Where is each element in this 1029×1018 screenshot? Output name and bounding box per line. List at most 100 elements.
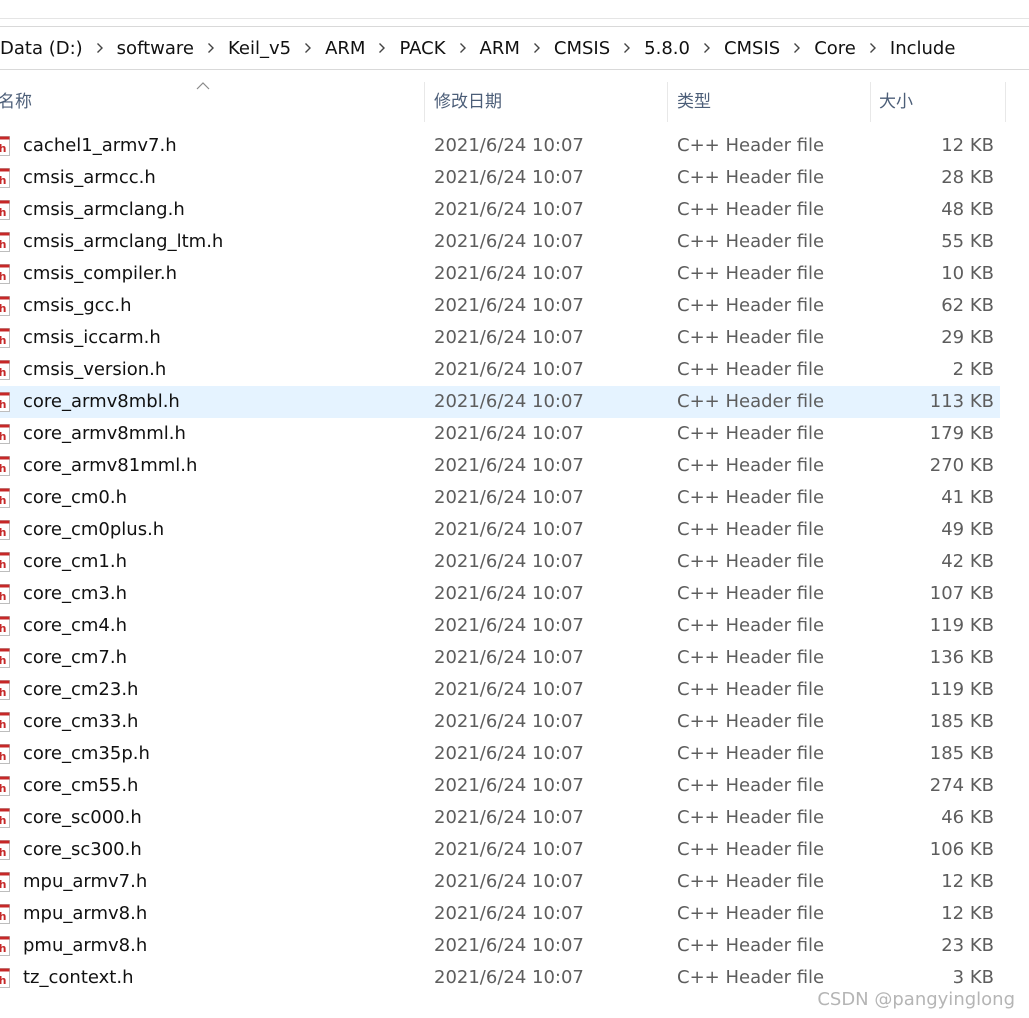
file-row[interactable]: h core_cm33.h 2021/6/24 10:07 C++ Header fi… bbox=[0, 706, 1000, 738]
file-row[interactable]: h cmsis_iccarm.h 2021/6/24 10:07 C++ Header… bbox=[0, 322, 1000, 354]
file-type: C++ Header file bbox=[677, 935, 825, 956]
breadcrumb-item[interactable]: Data (D:) bbox=[0, 38, 85, 59]
file-type: C++ Header file bbox=[677, 647, 825, 668]
file-row[interactable]: h core_cm7.h 2021/6/24 10:07 C++ Header fil… bbox=[0, 642, 1000, 674]
breadcrumb-item[interactable]: Include bbox=[888, 38, 958, 59]
column-divider[interactable] bbox=[870, 82, 871, 122]
file-name: cmsis_armclang.h bbox=[23, 199, 185, 220]
column-header-date[interactable]: 修改日期 bbox=[434, 82, 502, 122]
file-modified-date: 2021/6/24 10:07 bbox=[434, 775, 584, 796]
file-row[interactable]: h mpu_armv8.h 2021/6/24 10:07 C++ Header fi… bbox=[0, 898, 1000, 930]
file-type: C++ Header file bbox=[677, 199, 825, 220]
column-header-name[interactable]: 名称 bbox=[0, 82, 32, 122]
chevron-right-icon[interactable] bbox=[782, 41, 812, 56]
file-row[interactable]: h core_armv8mml.h 2021/6/24 10:07 C++ Heade… bbox=[0, 418, 1000, 450]
breadcrumb-item[interactable]: CMSIS bbox=[552, 38, 612, 59]
file-type: C++ Header file bbox=[677, 615, 825, 636]
file-modified-date: 2021/6/24 10:07 bbox=[434, 583, 584, 604]
chevron-right-icon[interactable] bbox=[692, 41, 722, 56]
file-size: 106 KB bbox=[929, 839, 994, 860]
file-row[interactable]: h core_sc300.h 2021/6/24 10:07 C++ Header f… bbox=[0, 834, 1000, 866]
svg-text:h: h bbox=[0, 846, 6, 859]
breadcrumb-item[interactable]: CMSIS bbox=[722, 38, 782, 59]
file-size: 12 KB bbox=[941, 871, 994, 892]
file-modified-date: 2021/6/24 10:07 bbox=[434, 551, 584, 572]
chevron-right-icon[interactable] bbox=[448, 41, 478, 56]
file-row[interactable]: h core_armv8mbl.h 2021/6/24 10:07 C++ Heade… bbox=[0, 386, 1000, 418]
breadcrumb-item[interactable]: ARM bbox=[478, 38, 522, 59]
file-row[interactable]: h cmsis_version.h 2021/6/24 10:07 C++ Heade… bbox=[0, 354, 1000, 386]
chevron-right-icon[interactable] bbox=[367, 41, 397, 56]
file-row[interactable]: h core_cm3.h 2021/6/24 10:07 C++ Header fil… bbox=[0, 578, 1000, 610]
file-name: core_sc300.h bbox=[23, 839, 142, 860]
svg-text:h: h bbox=[0, 686, 6, 699]
chevron-right-icon[interactable] bbox=[196, 41, 226, 56]
chevron-right-icon[interactable] bbox=[858, 41, 888, 56]
column-divider[interactable] bbox=[1005, 82, 1006, 122]
file-row[interactable]: h core_cm4.h 2021/6/24 10:07 C++ Header fil… bbox=[0, 610, 1000, 642]
breadcrumb-item[interactable]: PACK bbox=[397, 38, 447, 59]
file-modified-date: 2021/6/24 10:07 bbox=[434, 519, 584, 540]
file-row[interactable]: h cmsis_armclang_ltm.h 2021/6/24 10:07 C++ … bbox=[0, 226, 1000, 258]
file-size: 12 KB bbox=[941, 903, 994, 924]
file-modified-date: 2021/6/24 10:07 bbox=[434, 263, 584, 284]
breadcrumb-item[interactable]: Keil_v5 bbox=[226, 38, 293, 59]
file-row[interactable]: h core_sc000.h 2021/6/24 10:07 C++ Header f… bbox=[0, 802, 1000, 834]
file-row[interactable]: h cachel1_armv7.h 2021/6/24 10:07 C++ Heade… bbox=[0, 130, 1000, 162]
watermark: CSDN @pangyinglong bbox=[817, 989, 1015, 1010]
column-divider[interactable] bbox=[424, 82, 425, 122]
file-type: C++ Header file bbox=[677, 455, 825, 476]
chevron-right-icon[interactable] bbox=[85, 41, 115, 56]
file-explorer-window: Data (D:) software Keil_v5 ARM PACK ARM CMSIS 5… bbox=[0, 0, 1029, 1018]
file-row[interactable]: h cmsis_compiler.h 2021/6/24 10:07 C++ Head… bbox=[0, 258, 1000, 290]
file-size: 274 KB bbox=[929, 775, 994, 796]
cpp-header-file-icon: h bbox=[0, 936, 10, 956]
breadcrumb-item[interactable]: software bbox=[115, 38, 196, 59]
file-row[interactable]: h pmu_armv8.h 2021/6/24 10:07 C++ Header fi… bbox=[0, 930, 1000, 962]
cpp-header-file-icon: h bbox=[0, 200, 10, 220]
svg-text:h: h bbox=[0, 238, 6, 251]
column-header-type[interactable]: 类型 bbox=[677, 82, 711, 122]
svg-text:h: h bbox=[0, 814, 6, 827]
file-row[interactable]: h core_armv81mml.h 2021/6/24 10:07 C++ Head… bbox=[0, 450, 1000, 482]
file-row[interactable]: h core_cm0.h 2021/6/24 10:07 C++ Header fil… bbox=[0, 482, 1000, 514]
breadcrumb-item[interactable]: ARM bbox=[323, 38, 367, 59]
file-type: C++ Header file bbox=[677, 903, 825, 924]
file-row[interactable]: h core_cm0plus.h 2021/6/24 10:07 C++ Header… bbox=[0, 514, 1000, 546]
file-type: C++ Header file bbox=[677, 967, 825, 988]
file-size: 42 KB bbox=[941, 551, 994, 572]
file-modified-date: 2021/6/24 10:07 bbox=[434, 199, 584, 220]
column-divider[interactable] bbox=[667, 82, 668, 122]
file-row[interactable]: h core_cm55.h 2021/6/24 10:07 C++ Header fi… bbox=[0, 770, 1000, 802]
file-size: 41 KB bbox=[941, 487, 994, 508]
file-row[interactable]: h cmsis_armclang.h 2021/6/24 10:07 C++ Head… bbox=[0, 194, 1000, 226]
breadcrumb-item[interactable]: 5.8.0 bbox=[642, 38, 692, 59]
file-size: 119 KB bbox=[929, 679, 994, 700]
chevron-right-icon[interactable] bbox=[612, 41, 642, 56]
address-breadcrumb[interactable]: Data (D:) software Keil_v5 ARM PACK ARM CMSIS 5… bbox=[0, 26, 1029, 70]
file-row[interactable]: h mpu_armv7.h 2021/6/24 10:07 C++ Header fi… bbox=[0, 866, 1000, 898]
file-size: 2 KB bbox=[952, 359, 994, 380]
file-name: core_cm0.h bbox=[23, 487, 128, 508]
file-type: C++ Header file bbox=[677, 135, 825, 156]
chevron-right-icon[interactable] bbox=[293, 41, 323, 56]
cpp-header-file-icon: h bbox=[0, 840, 10, 860]
file-name: core_armv8mbl.h bbox=[23, 391, 180, 412]
file-row[interactable]: h core_cm1.h 2021/6/24 10:07 C++ Header fil… bbox=[0, 546, 1000, 578]
file-row[interactable]: h core_cm35p.h 2021/6/24 10:07 C++ Header f… bbox=[0, 738, 1000, 770]
cpp-header-file-icon: h bbox=[0, 616, 10, 636]
chevron-right-icon[interactable] bbox=[522, 41, 552, 56]
column-header-size[interactable]: 大小 bbox=[879, 82, 913, 122]
cpp-header-file-icon: h bbox=[0, 488, 10, 508]
file-row[interactable]: h cmsis_armcc.h 2021/6/24 10:07 C++ Header … bbox=[0, 162, 1000, 194]
file-type: C++ Header file bbox=[677, 551, 825, 572]
file-modified-date: 2021/6/24 10:07 bbox=[434, 455, 584, 476]
file-row[interactable]: h cmsis_gcc.h 2021/6/24 10:07 C++ Header fi… bbox=[0, 290, 1000, 322]
file-size: 185 KB bbox=[929, 743, 994, 764]
breadcrumb-item[interactable]: Core bbox=[812, 38, 858, 59]
file-name: cachel1_armv7.h bbox=[23, 135, 177, 156]
file-row[interactable]: h core_cm23.h 2021/6/24 10:07 C++ Header fi… bbox=[0, 674, 1000, 706]
svg-text:h: h bbox=[0, 334, 6, 347]
file-type: C++ Header file bbox=[677, 519, 825, 540]
svg-text:h: h bbox=[0, 974, 6, 987]
